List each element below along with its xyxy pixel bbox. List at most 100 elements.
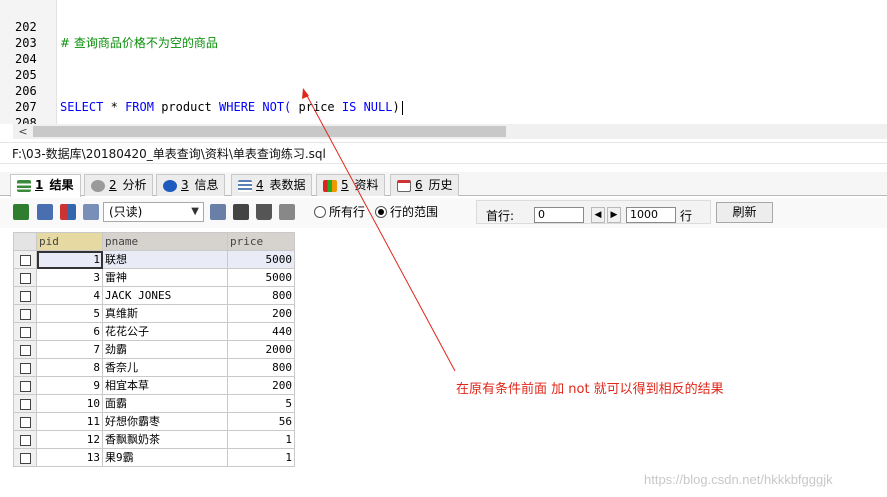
- column-header-pname[interactable]: pname: [102, 232, 228, 251]
- row-checkbox[interactable]: [19, 362, 31, 374]
- row-checkbox[interactable]: [19, 452, 31, 464]
- table-row[interactable]: 6 花花公子 440: [13, 322, 295, 341]
- row-checkbox[interactable]: [19, 326, 31, 338]
- copy-icon[interactable]: [37, 204, 53, 220]
- table-row[interactable]: 13 果9霸 1: [13, 448, 295, 467]
- cell-price[interactable]: 56: [227, 412, 295, 431]
- row-checkbox[interactable]: [19, 380, 31, 392]
- cell-pid[interactable]: 5: [36, 304, 103, 323]
- cell-pname[interactable]: 相宜本草: [102, 376, 228, 395]
- table-row[interactable]: 11 好想你霸枣 56: [13, 412, 295, 431]
- row-checkbox[interactable]: [19, 272, 31, 284]
- tab-info[interactable]: 3 信息: [156, 174, 226, 196]
- row-checkbox[interactable]: [19, 254, 31, 266]
- cell-pid[interactable]: 6: [36, 322, 103, 341]
- tab-table-data[interactable]: 4 表数据: [231, 174, 313, 196]
- cell-price[interactable]: 5: [227, 394, 295, 413]
- sql-editor[interactable]: 202 # 查询商品价格不为空的商品 203 204 205 206 SELEC…: [0, 0, 887, 124]
- cell-price[interactable]: 800: [227, 286, 295, 305]
- cell-pid[interactable]: 13: [36, 448, 103, 467]
- row-checkbox-cell[interactable]: [13, 412, 37, 431]
- insert-row-icon[interactable]: [60, 204, 76, 220]
- cell-pid[interactable]: 7: [36, 340, 103, 359]
- table-row[interactable]: 4 JACK JONES 800: [13, 286, 295, 305]
- radio-button-selected[interactable]: [375, 206, 387, 218]
- cell-price[interactable]: 800: [227, 358, 295, 377]
- next-page-icon[interactable]: ▶: [607, 207, 621, 223]
- cell-pid[interactable]: 4: [36, 286, 103, 305]
- cell-price[interactable]: 5000: [227, 250, 295, 269]
- cell-price[interactable]: 2000: [227, 340, 295, 359]
- radio-all-rows[interactable]: 所有行: [314, 205, 365, 219]
- table-row[interactable]: 8 香奈儿 800: [13, 358, 295, 377]
- row-checkbox-cell[interactable]: [13, 448, 37, 467]
- row-checkbox[interactable]: [19, 344, 31, 356]
- row-checkbox-cell[interactable]: [13, 304, 37, 323]
- first-row-input[interactable]: 0: [534, 207, 584, 223]
- refresh-grid-icon[interactable]: [210, 204, 226, 220]
- cell-pid[interactable]: 8: [36, 358, 103, 377]
- cell-pname[interactable]: 香奈儿: [102, 358, 228, 377]
- refresh-button[interactable]: 刷新: [716, 202, 773, 223]
- cell-pname[interactable]: 好想你霸枣: [102, 412, 228, 431]
- row-checkbox-cell[interactable]: [13, 376, 37, 395]
- column-header-pid[interactable]: pid: [36, 232, 103, 251]
- cell-pid[interactable]: 11: [36, 412, 103, 431]
- cell-pname[interactable]: JACK JONES: [102, 286, 228, 305]
- row-checkbox-cell[interactable]: [13, 430, 37, 449]
- cell-price[interactable]: 1: [227, 430, 295, 449]
- row-checkbox-cell[interactable]: [13, 322, 37, 341]
- radio-button[interactable]: [314, 206, 326, 218]
- tab-profile[interactable]: 2 分析: [84, 174, 154, 196]
- export-icon[interactable]: [13, 204, 29, 220]
- cell-price[interactable]: 440: [227, 322, 295, 341]
- cell-pname[interactable]: 真维斯: [102, 304, 228, 323]
- row-checkbox-cell[interactable]: [13, 358, 37, 377]
- table-row[interactable]: 7 劲霸 2000: [13, 340, 295, 359]
- cell-pname[interactable]: 雷神: [102, 268, 228, 287]
- row-count-input[interactable]: 1000: [626, 207, 676, 223]
- scroll-left-icon[interactable]: <: [17, 124, 29, 139]
- cell-pname[interactable]: 面霸: [102, 394, 228, 413]
- column-header-price[interactable]: price: [227, 232, 295, 251]
- table-row[interactable]: 10 面霸 5: [13, 394, 295, 413]
- edit-mode-select[interactable]: (只读) ▼: [103, 202, 204, 222]
- row-checkbox-cell[interactable]: [13, 394, 37, 413]
- cell-pname[interactable]: 花花公子: [102, 322, 228, 341]
- select-all-header[interactable]: [13, 232, 37, 251]
- radio-row-range[interactable]: 行的范围: [375, 205, 438, 219]
- row-checkbox-cell[interactable]: [13, 268, 37, 287]
- table-row[interactable]: 3 雷神 5000: [13, 268, 295, 287]
- scrollbar-thumb[interactable]: [33, 126, 506, 137]
- tab-objects[interactable]: 5 资料: [316, 174, 386, 196]
- row-checkbox-cell[interactable]: [13, 250, 37, 269]
- cell-price[interactable]: 200: [227, 304, 295, 323]
- table-row[interactable]: 12 香飘飘奶茶 1: [13, 430, 295, 449]
- row-checkbox[interactable]: [19, 434, 31, 446]
- row-checkbox[interactable]: [19, 308, 31, 320]
- row-checkbox-cell[interactable]: [13, 340, 37, 359]
- cell-pid[interactable]: 3: [36, 268, 103, 287]
- horizontal-scrollbar[interactable]: <: [13, 124, 887, 139]
- cell-pid[interactable]: 10: [36, 394, 103, 413]
- cell-pname[interactable]: 联想: [102, 250, 228, 269]
- row-checkbox-cell[interactable]: [13, 286, 37, 305]
- edit-row-icon[interactable]: [83, 204, 99, 220]
- cell-price[interactable]: 5000: [227, 268, 295, 287]
- row-checkbox[interactable]: [19, 398, 31, 410]
- prev-page-icon[interactable]: ◀: [591, 207, 605, 223]
- tab-results[interactable]: 1 结果: [10, 174, 81, 197]
- cancel-icon[interactable]: [279, 204, 295, 220]
- cell-price[interactable]: 200: [227, 376, 295, 395]
- table-row[interactable]: 9 相宜本草 200: [13, 376, 295, 395]
- delete-icon[interactable]: [256, 204, 272, 220]
- row-checkbox[interactable]: [19, 416, 31, 428]
- cell-price[interactable]: 1: [227, 448, 295, 467]
- cell-pid[interactable]: 12: [36, 430, 103, 449]
- row-checkbox[interactable]: [19, 290, 31, 302]
- cell-pname[interactable]: 果9霸: [102, 448, 228, 467]
- cell-pid[interactable]: 9: [36, 376, 103, 395]
- table-row[interactable]: 1 联想 5000: [13, 250, 295, 269]
- cell-pname[interactable]: 香飘飘奶茶: [102, 430, 228, 449]
- cell-pname[interactable]: 劲霸: [102, 340, 228, 359]
